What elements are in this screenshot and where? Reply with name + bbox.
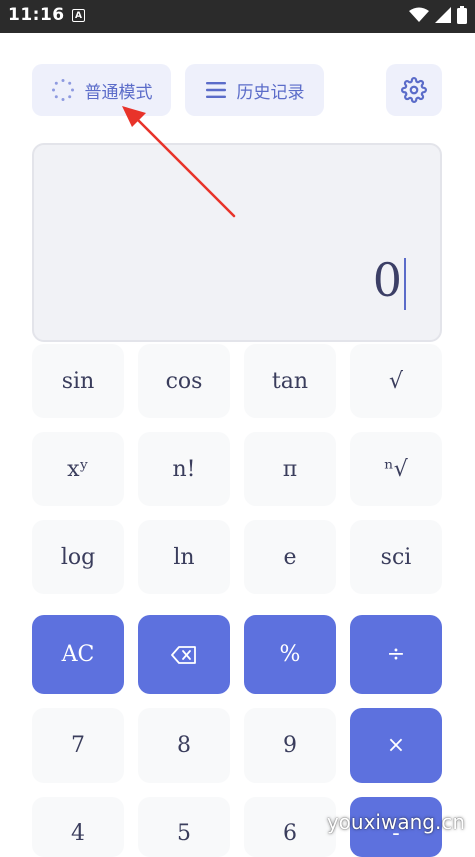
key-tan[interactable]: tan: [244, 344, 336, 418]
key-clear[interactable]: AC: [32, 615, 124, 694]
key-7[interactable]: 7: [32, 708, 124, 783]
key-nth-root[interactable]: ⁿ√: [350, 432, 442, 506]
backspace-icon: [171, 645, 196, 664]
watermark-text: youxiwang.cn: [326, 810, 465, 834]
text-cursor: [404, 258, 406, 310]
key-sci[interactable]: sci: [350, 520, 442, 594]
key-ln[interactable]: ln: [138, 520, 230, 594]
menu-lines-icon: [205, 82, 226, 98]
key-e[interactable]: e: [244, 520, 336, 594]
status-bar: 11:16 A: [0, 0, 475, 33]
key-9[interactable]: 9: [244, 708, 336, 783]
history-label: 历史记录: [236, 82, 305, 103]
history-button[interactable]: 历史记录: [185, 64, 324, 116]
key-percent[interactable]: %: [244, 615, 336, 694]
key-backspace[interactable]: [138, 615, 230, 694]
key-6[interactable]: 6: [244, 797, 336, 857]
signal-icon: [435, 7, 451, 23]
battery-icon: [457, 6, 467, 24]
key-pi[interactable]: π: [244, 432, 336, 506]
key-power[interactable]: xʸ: [32, 432, 124, 506]
key-log[interactable]: log: [32, 520, 124, 594]
key-8[interactable]: 8: [138, 708, 230, 783]
mode-button[interactable]: 普通模式: [32, 64, 171, 116]
wifi-icon: [409, 7, 429, 22]
notification-icon-letter: A: [75, 10, 82, 21]
mode-label: 普通模式: [84, 82, 153, 103]
key-multiply[interactable]: ×: [350, 708, 442, 783]
gear-icon: [401, 77, 427, 103]
settings-button[interactable]: [386, 64, 442, 116]
key-cos[interactable]: cos: [138, 344, 230, 418]
status-time: 11:16: [8, 5, 65, 25]
display-value: 0: [372, 253, 402, 307]
notification-a-icon: A: [72, 9, 85, 22]
loading-spinner-icon: [51, 79, 74, 101]
key-5[interactable]: 5: [138, 797, 230, 857]
result-display[interactable]: 0: [32, 143, 442, 342]
system-icons: [409, 6, 467, 24]
key-sqrt[interactable]: √: [350, 344, 442, 418]
key-factorial[interactable]: n!: [138, 432, 230, 506]
key-divide[interactable]: ÷: [350, 615, 442, 694]
key-sin[interactable]: sin: [32, 344, 124, 418]
key-4[interactable]: 4: [32, 797, 124, 857]
